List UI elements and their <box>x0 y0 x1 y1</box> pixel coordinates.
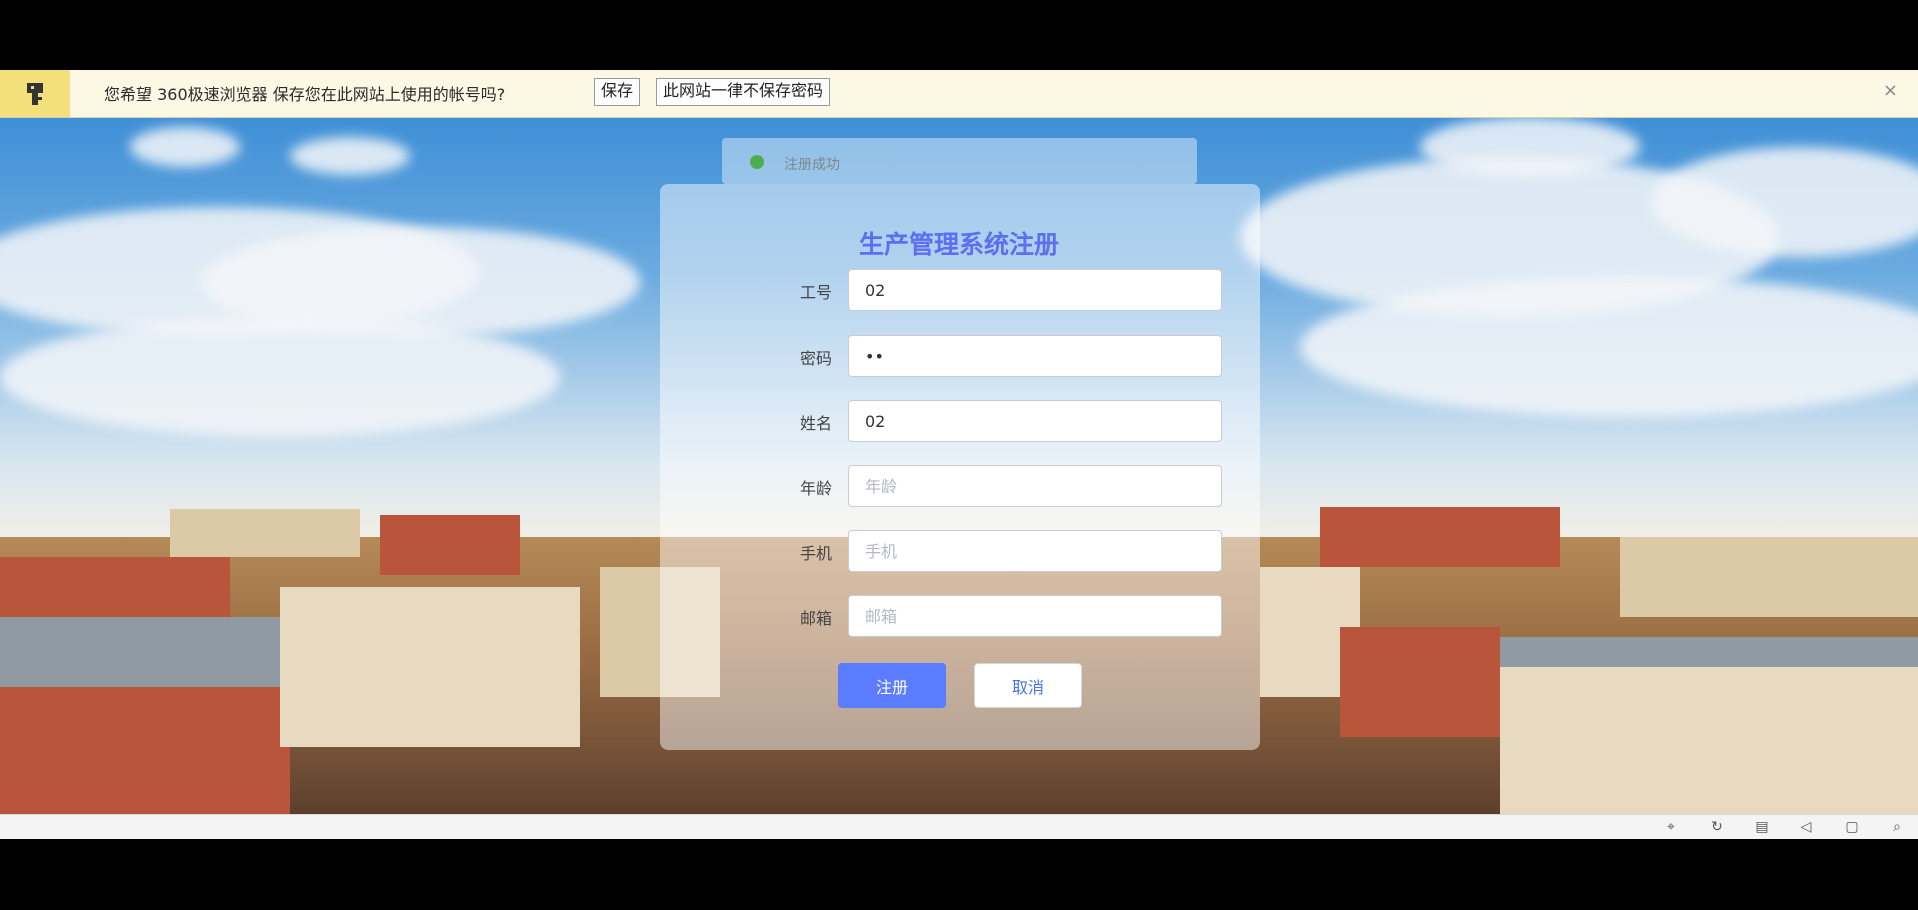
key-icon <box>0 70 70 117</box>
success-icon <box>750 155 764 169</box>
field-name: 姓名 <box>780 400 1225 442</box>
field-label: 姓名 <box>799 414 832 433</box>
page-title: 生产管理系统注册 <box>858 230 1059 259</box>
employee-id-input[interactable] <box>848 269 1222 311</box>
field-label: 年龄 <box>799 479 832 498</box>
trash-icon[interactable]: ▤ <box>1753 818 1771 836</box>
window-icon[interactable]: ▢ <box>1843 818 1861 836</box>
browser-viewport: 您希望 360极速浏览器 保存您在此网站上使用的帐号吗? 保存 此网站一律不保存… <box>0 70 1918 837</box>
field-label: 手机 <box>799 544 832 563</box>
save-password-button[interactable]: 保存 <box>594 78 641 106</box>
field-employee-id: 工号 <box>780 269 1225 311</box>
success-toast-text: 注册成功 <box>784 157 840 173</box>
register-button[interactable]: 注册 <box>838 663 946 708</box>
password-input[interactable] <box>848 335 1222 377</box>
field-label: 工号 <box>799 283 832 302</box>
field-label: 邮箱 <box>799 609 832 628</box>
field-password: 密码 <box>780 335 1225 377</box>
pin-icon[interactable]: ⌖ <box>1662 818 1680 836</box>
taskbar: ⌖ ↻ ▤ ◁ ▢ ⌕ <box>0 814 1918 839</box>
phone-input[interactable] <box>848 530 1222 572</box>
close-icon[interactable]: × <box>1883 80 1898 101</box>
refresh-icon[interactable]: ↻ <box>1708 818 1726 836</box>
field-email: 邮箱 <box>780 595 1225 637</box>
field-label: 密码 <box>799 349 832 368</box>
never-save-password-button[interactable]: 此网站一律不保存密码 <box>656 78 831 106</box>
field-phone: 手机 <box>780 530 1225 572</box>
password-save-message: 您希望 360极速浏览器 保存您在此网站上使用的帐号吗? <box>104 85 506 104</box>
field-age: 年龄 <box>780 465 1225 507</box>
search-icon[interactable]: ⌕ <box>1888 818 1906 836</box>
email-input[interactable] <box>848 595 1222 637</box>
cancel-button[interactable]: 取消 <box>974 663 1082 708</box>
speaker-icon[interactable]: ◁ <box>1797 818 1815 836</box>
password-save-bar: 您希望 360极速浏览器 保存您在此网站上使用的帐号吗? 保存 此网站一律不保存… <box>0 70 1918 118</box>
age-input[interactable] <box>848 465 1222 507</box>
screen-frame: 您希望 360极速浏览器 保存您在此网站上使用的帐号吗? 保存 此网站一律不保存… <box>0 0 1918 910</box>
name-input[interactable] <box>848 400 1222 442</box>
